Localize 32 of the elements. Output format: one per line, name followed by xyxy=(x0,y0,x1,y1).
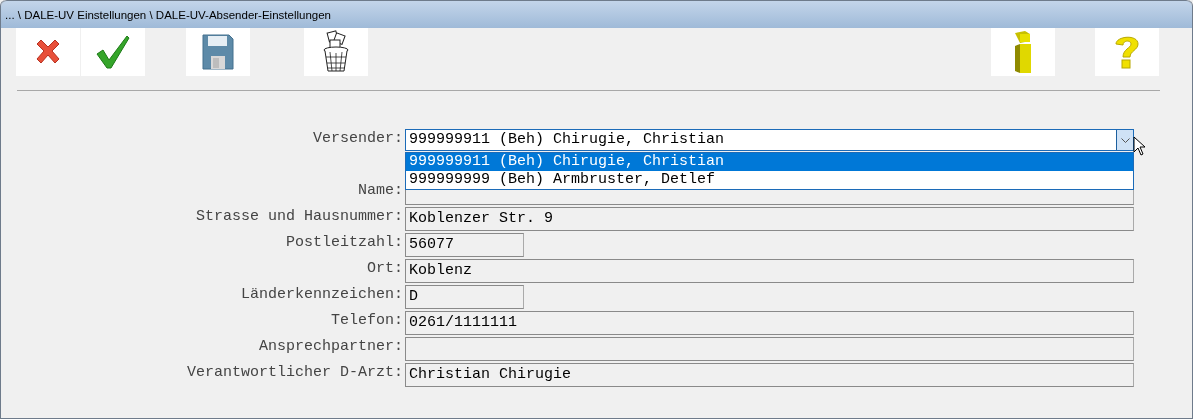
chevron-down-icon xyxy=(1120,137,1130,143)
text-field[interactable]: 56077 xyxy=(405,233,524,257)
cross-icon xyxy=(34,38,62,66)
field-label: Postleitzahl: xyxy=(284,233,404,253)
delete-button[interactable] xyxy=(304,28,368,76)
cancel-button[interactable] xyxy=(16,28,80,76)
dropdown-value: 999999911 (Beh) Chirugie, Christian xyxy=(408,130,726,150)
field-label: Länderkennzeichen: xyxy=(239,285,404,305)
dropdown-option[interactable]: 999999999 (Beh) Armbruster, Detlef xyxy=(406,171,1133,189)
text-field[interactable]: Koblenz xyxy=(405,259,1134,283)
confirm-button[interactable] xyxy=(81,28,145,76)
field-label: Ansprechpartner: xyxy=(257,337,404,357)
question-mark-icon xyxy=(1114,34,1140,70)
text-field[interactable] xyxy=(405,337,1134,361)
dropdown-button[interactable] xyxy=(1116,130,1133,150)
field-label: Strasse und Hausnummer: xyxy=(194,207,404,227)
dropdown-option[interactable]: 999999911 (Beh) Chirugie, Christian xyxy=(406,153,1133,171)
field-label: Verantwortlicher D-Arzt: xyxy=(185,363,404,383)
window-title: ... \ DALE-UV Einstellungen \ DALE-UV-Absender-Einstellungen xyxy=(5,8,331,21)
text-field[interactable]: D xyxy=(405,285,524,309)
field-label: Versender: xyxy=(312,129,404,149)
text-field[interactable]: Christian Chirugie xyxy=(405,363,1134,387)
trash-can-icon xyxy=(322,30,350,74)
save-button[interactable] xyxy=(186,28,250,76)
text-field[interactable]: 0261/1111111 xyxy=(405,311,1134,335)
text-field[interactable]: Koblenzer Str. 9 xyxy=(405,207,1134,231)
info-icon xyxy=(1013,30,1033,74)
checkmark-icon xyxy=(95,34,131,70)
field-label: Name: xyxy=(357,181,404,201)
field-label: Telefon: xyxy=(330,311,404,331)
field-label: Ort: xyxy=(366,259,404,279)
info-button[interactable] xyxy=(991,28,1055,76)
